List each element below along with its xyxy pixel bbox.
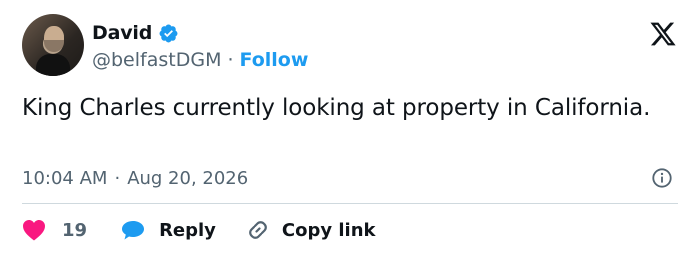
verified-badge-icon bbox=[159, 24, 178, 42]
tweet-time: 10:04 AM bbox=[22, 167, 108, 189]
tweet-actions: 19 Reply Copy link bbox=[22, 216, 376, 244]
divider bbox=[22, 203, 678, 204]
reply-button[interactable]: Reply bbox=[121, 219, 216, 241]
avatar-shirt bbox=[36, 54, 70, 76]
author-handle[interactable]: @belfastDGM bbox=[92, 49, 221, 71]
link-icon bbox=[249, 221, 267, 239]
author-name-row: David bbox=[92, 20, 179, 46]
copy-link-label: Copy link bbox=[281, 219, 376, 241]
author-handle-row: @belfastDGM · Follow bbox=[92, 48, 308, 72]
reply-label: Reply bbox=[159, 219, 216, 241]
timestamp-separator: · bbox=[114, 167, 121, 189]
follow-button[interactable]: Follow bbox=[240, 49, 309, 71]
tweet-text: King Charles currently looking at proper… bbox=[22, 95, 651, 121]
x-logo-icon[interactable] bbox=[648, 20, 678, 48]
tweet-timestamp[interactable]: 10:04 AM · Aug 20, 2026 bbox=[22, 166, 248, 190]
handle-separator: · bbox=[227, 49, 234, 71]
copy-link-button[interactable]: Copy link bbox=[246, 218, 376, 242]
heart-icon bbox=[23, 220, 45, 241]
like-button[interactable]: 19 bbox=[22, 219, 87, 241]
tweet-date: Aug 20, 2026 bbox=[127, 167, 249, 189]
info-icon[interactable] bbox=[651, 167, 673, 189]
avatar-beard bbox=[44, 40, 64, 52]
like-count: 19 bbox=[62, 219, 88, 241]
speech-bubble-icon bbox=[122, 221, 145, 240]
avatar[interactable] bbox=[22, 14, 84, 76]
author-display-name[interactable]: David bbox=[92, 22, 152, 44]
